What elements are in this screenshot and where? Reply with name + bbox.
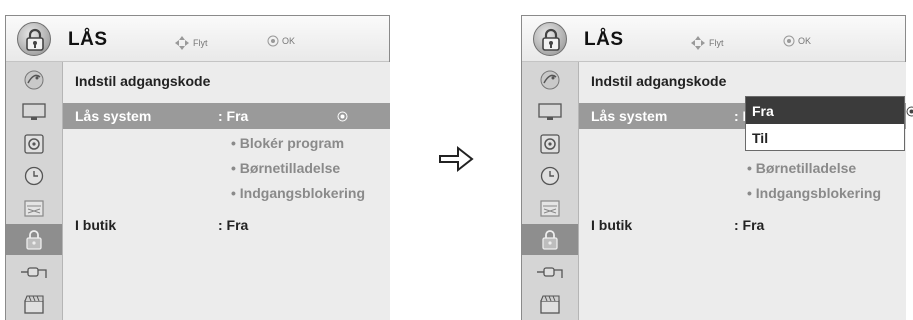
parental-guidance-item[interactable]: Børnetilladelse bbox=[747, 160, 856, 176]
plug-icon[interactable] bbox=[6, 256, 62, 287]
menu-header: LÅS Flyt OK bbox=[6, 16, 389, 62]
clock-icon[interactable] bbox=[6, 160, 62, 191]
input-block-item[interactable]: Indgangsblokering bbox=[231, 185, 365, 201]
lock-system-label: Lås system bbox=[591, 108, 668, 124]
lock-system-row[interactable]: Lås system : Fra bbox=[63, 103, 390, 129]
lock-system-dropdown[interactable]: Fra Til bbox=[745, 96, 905, 151]
input-block-item[interactable]: Indgangsblokering bbox=[747, 185, 881, 201]
clapperboard-icon[interactable] bbox=[6, 288, 62, 319]
ok-button-icon bbox=[267, 35, 279, 47]
category-sidebar bbox=[6, 62, 63, 320]
set-password-label: Indstil adgangskode bbox=[591, 73, 727, 89]
block-program-item[interactable]: Blokér program bbox=[231, 135, 344, 151]
lock-icon[interactable] bbox=[522, 224, 578, 255]
move-hint-label: Flyt bbox=[193, 38, 208, 48]
move-hint: Flyt bbox=[690, 35, 724, 51]
monitor-icon[interactable] bbox=[6, 96, 62, 127]
move-hint: Flyt bbox=[174, 35, 208, 51]
store-mode-label: I butik bbox=[75, 217, 117, 233]
lock-badge-icon bbox=[17, 22, 51, 56]
store-mode-label: I butik bbox=[591, 217, 633, 233]
store-mode-row[interactable]: I butik : Fra bbox=[579, 212, 906, 238]
lock-system-value: : Fra bbox=[218, 108, 249, 124]
dropdown-option-on[interactable]: Til bbox=[746, 124, 904, 151]
lock-icon[interactable] bbox=[6, 224, 62, 255]
move-hint-label: Flyt bbox=[709, 38, 724, 48]
clapperboard-icon[interactable] bbox=[522, 288, 578, 319]
menu-options: Indstil adgangskode Lås system : Fra Blo… bbox=[63, 62, 390, 320]
plug-icon[interactable] bbox=[522, 256, 578, 287]
ok-radio-icon bbox=[906, 106, 913, 117]
menu-title: LÅS bbox=[584, 29, 624, 50]
lock-menu-panel: LÅS Flyt OK Indstil adgangskode Lås syst… bbox=[5, 15, 390, 320]
ok-radio-icon bbox=[337, 111, 348, 122]
calendar-icon[interactable] bbox=[6, 192, 62, 223]
speaker-icon[interactable] bbox=[522, 128, 578, 159]
menu-title: LÅS bbox=[68, 29, 108, 50]
ok-hint-label: OK bbox=[798, 36, 812, 46]
monitor-icon[interactable] bbox=[522, 96, 578, 127]
clock-icon[interactable] bbox=[522, 160, 578, 191]
dropdown-option-on-label: Til bbox=[752, 130, 769, 146]
parental-guidance-item[interactable]: Børnetilladelse bbox=[231, 160, 340, 176]
navigation-arrows-icon bbox=[175, 36, 189, 50]
lock-system-label: Lås system bbox=[75, 108, 152, 124]
category-sidebar bbox=[522, 62, 579, 320]
store-mode-value: : Fra bbox=[734, 217, 765, 233]
set-password-row[interactable]: Indstil adgangskode bbox=[579, 68, 906, 94]
ok-hint-label: OK bbox=[282, 36, 296, 46]
satellite-dish-icon[interactable] bbox=[6, 64, 62, 95]
store-mode-row[interactable]: I butik : Fra bbox=[63, 212, 390, 238]
dropdown-option-off-label: Fra bbox=[752, 103, 774, 119]
menu-header: LÅS Flyt OK bbox=[522, 16, 905, 62]
satellite-dish-icon[interactable] bbox=[522, 64, 578, 95]
store-mode-value: : Fra bbox=[218, 217, 249, 233]
lock-badge-icon bbox=[533, 22, 567, 56]
set-password-label: Indstil adgangskode bbox=[75, 73, 211, 89]
dropdown-option-off[interactable]: Fra bbox=[746, 97, 904, 124]
calendar-icon[interactable] bbox=[522, 192, 578, 223]
tv-menu-illustration: LÅS Flyt OK Indstil adgangskode Lås syst… bbox=[0, 0, 913, 320]
set-password-row[interactable]: Indstil adgangskode bbox=[63, 68, 390, 94]
right-arrow-icon bbox=[439, 145, 474, 173]
ok-hint: OK bbox=[783, 35, 811, 47]
ok-button-icon bbox=[783, 35, 795, 47]
speaker-icon[interactable] bbox=[6, 128, 62, 159]
ok-hint: OK bbox=[267, 35, 295, 47]
lock-menu-panel-dropdown: LÅS Flyt OK Indstil adgangskode Lås syst… bbox=[521, 15, 906, 320]
navigation-arrows-icon bbox=[691, 36, 705, 50]
